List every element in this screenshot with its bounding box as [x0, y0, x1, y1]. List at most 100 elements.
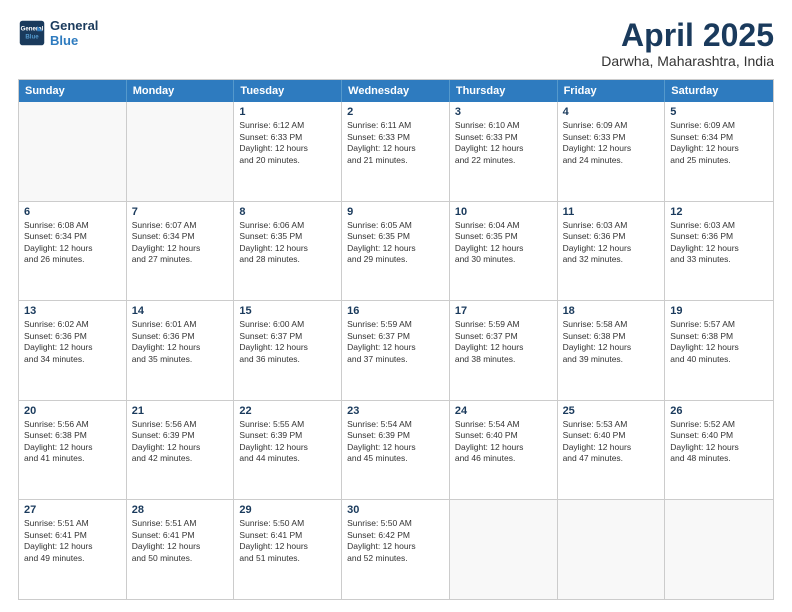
- cell-info: Sunrise: 5:54 AMSunset: 6:40 PMDaylight:…: [455, 419, 552, 465]
- calendar-week-5: 27 Sunrise: 5:51 AMSunset: 6:41 PMDayligh…: [19, 500, 773, 599]
- day-number: 3: [455, 106, 552, 118]
- calendar-cell: 20Sunrise: 5:56 AMSunset: 6:38 PMDayligh…: [19, 401, 127, 500]
- day-number: 11: [563, 206, 660, 218]
- calendar-cell: 30Sunrise: 5:50 AMSunset: 6:42 PMDayligh…: [342, 500, 450, 599]
- svg-text:Blue: Blue: [25, 33, 39, 40]
- calendar-cell: 2Sunrise: 6:11 AMSunset: 6:33 PMDaylight…: [342, 102, 450, 201]
- calendar-week-4: 20Sunrise: 5:56 AMSunset: 6:38 PMDayligh…: [19, 401, 773, 501]
- calendar-cell: [558, 500, 666, 599]
- calendar-cell: 8 Sunrise: 6:06 AMSunset: 6:35 PMDaylight…: [234, 202, 342, 301]
- header: General Blue General Blue April 2025 Dar…: [18, 18, 774, 69]
- calendar-header: SundayMondayTuesdayWednesdayThursdayFrid…: [19, 80, 773, 102]
- day-number: 26: [670, 405, 768, 417]
- cell-info: Sunrise: 5:59 AMSunset: 6:37 PMDaylight:…: [455, 319, 552, 365]
- calendar-cell: 22Sunrise: 5:55 AMSunset: 6:39 PMDayligh…: [234, 401, 342, 500]
- day-number: 8: [239, 206, 336, 218]
- day-number: 17: [455, 305, 552, 317]
- day-number: 10: [455, 206, 552, 218]
- title-block: April 2025 Darwha, Maharashtra, India: [601, 18, 774, 69]
- day-number: 22: [239, 405, 336, 417]
- calendar-cell: 15Sunrise: 6:00 AMSunset: 6:37 PMDayligh…: [234, 301, 342, 400]
- day-number: 14: [132, 305, 229, 317]
- cell-info: Sunrise: 6:03 AMSunset: 6:36 PMDaylight:…: [563, 220, 660, 266]
- cell-info: Sunrise: 5:51 AMSunset: 6:41 PMDaylight:…: [132, 518, 229, 564]
- day-number: 21: [132, 405, 229, 417]
- calendar-cell: 24 Sunrise: 5:54 AMSunset: 6:40 PMDayligh…: [450, 401, 558, 500]
- cell-info: Sunrise: 5:51 AMSunset: 6:41 PMDaylight:…: [24, 518, 121, 564]
- cell-info: Sunrise: 6:02 AMSunset: 6:36 PMDaylight:…: [24, 319, 121, 365]
- calendar-cell: 27 Sunrise: 5:51 AMSunset: 6:41 PMDayligh…: [19, 500, 127, 599]
- cell-info: Sunrise: 5:56 AMSunset: 6:39 PMDaylight:…: [132, 419, 229, 465]
- cell-info: Sunrise: 5:50 AMSunset: 6:41 PMDaylight:…: [239, 518, 336, 564]
- calendar-cell: 14 Sunrise: 6:01 AMSunset: 6:36 PMDayligh…: [127, 301, 235, 400]
- cell-info: Sunrise: 6:09 AMSunset: 6:33 PMDaylight:…: [563, 120, 660, 166]
- day-number: 30: [347, 504, 444, 516]
- day-number: 27: [24, 504, 121, 516]
- cell-info: Sunrise: 6:04 AMSunset: 6:35 PMDaylight:…: [455, 220, 552, 266]
- cell-info: Sunrise: 6:01 AMSunset: 6:36 PMDaylight:…: [132, 319, 229, 365]
- cell-info: Sunrise: 5:58 AMSunset: 6:38 PMDaylight:…: [563, 319, 660, 365]
- cell-info: Sunrise: 6:11 AMSunset: 6:33 PMDaylight:…: [347, 120, 444, 166]
- cell-info: Sunrise: 6:08 AMSunset: 6:34 PMDaylight:…: [24, 220, 121, 266]
- day-number: 28: [132, 504, 229, 516]
- calendar-cell: [665, 500, 773, 599]
- day-header-friday: Friday: [558, 80, 666, 102]
- calendar-cell: 16 Sunrise: 5:59 AMSunset: 6:37 PMDayligh…: [342, 301, 450, 400]
- calendar-cell: 29 Sunrise: 5:50 AMSunset: 6:41 PMDayligh…: [234, 500, 342, 599]
- cell-info: Sunrise: 6:07 AMSunset: 6:34 PMDaylight:…: [132, 220, 229, 266]
- day-number: 23: [347, 405, 444, 417]
- day-number: 4: [563, 106, 660, 118]
- day-number: 13: [24, 305, 121, 317]
- calendar-cell: 9Sunrise: 6:05 AMSunset: 6:35 PMDaylight…: [342, 202, 450, 301]
- calendar-cell: 25Sunrise: 5:53 AMSunset: 6:40 PMDayligh…: [558, 401, 666, 500]
- calendar-cell: 10 Sunrise: 6:04 AMSunset: 6:35 PMDayligh…: [450, 202, 558, 301]
- calendar-week-2: 6 Sunrise: 6:08 AMSunset: 6:34 PMDaylight…: [19, 202, 773, 302]
- day-number: 12: [670, 206, 768, 218]
- day-number: 15: [239, 305, 336, 317]
- day-number: 18: [563, 305, 660, 317]
- cell-info: Sunrise: 5:53 AMSunset: 6:40 PMDaylight:…: [563, 419, 660, 465]
- calendar-cell: 13 Sunrise: 6:02 AMSunset: 6:36 PMDayligh…: [19, 301, 127, 400]
- calendar-cell: [450, 500, 558, 599]
- cell-info: Sunrise: 5:59 AMSunset: 6:37 PMDaylight:…: [347, 319, 444, 365]
- day-number: 29: [239, 504, 336, 516]
- calendar-cell: 12 Sunrise: 6:03 AMSunset: 6:36 PMDayligh…: [665, 202, 773, 301]
- day-number: 19: [670, 305, 768, 317]
- day-number: 16: [347, 305, 444, 317]
- cell-info: Sunrise: 6:05 AMSunset: 6:35 PMDaylight:…: [347, 220, 444, 266]
- calendar-week-3: 13 Sunrise: 6:02 AMSunset: 6:36 PMDayligh…: [19, 301, 773, 401]
- calendar-cell: 4 Sunrise: 6:09 AMSunset: 6:33 PMDaylight…: [558, 102, 666, 201]
- cell-info: Sunrise: 5:56 AMSunset: 6:38 PMDaylight:…: [24, 419, 121, 465]
- calendar-cell: 1 Sunrise: 6:12 AMSunset: 6:33 PMDaylight…: [234, 102, 342, 201]
- calendar-cell: [19, 102, 127, 201]
- logo-text: General Blue: [50, 18, 98, 48]
- location: Darwha, Maharashtra, India: [601, 53, 774, 69]
- day-header-wednesday: Wednesday: [342, 80, 450, 102]
- cell-info: Sunrise: 6:12 AMSunset: 6:33 PMDaylight:…: [239, 120, 336, 166]
- cell-info: Sunrise: 6:06 AMSunset: 6:35 PMDaylight:…: [239, 220, 336, 266]
- day-header-thursday: Thursday: [450, 80, 558, 102]
- day-number: 1: [239, 106, 336, 118]
- day-header-saturday: Saturday: [665, 80, 773, 102]
- cell-info: Sunrise: 5:54 AMSunset: 6:39 PMDaylight:…: [347, 419, 444, 465]
- svg-text:General: General: [21, 25, 44, 32]
- day-number: 7: [132, 206, 229, 218]
- day-header-tuesday: Tuesday: [234, 80, 342, 102]
- calendar-cell: 7 Sunrise: 6:07 AMSunset: 6:34 PMDaylight…: [127, 202, 235, 301]
- calendar-cell: 11 Sunrise: 6:03 AMSunset: 6:36 PMDayligh…: [558, 202, 666, 301]
- calendar-cell: 17 Sunrise: 5:59 AMSunset: 6:37 PMDayligh…: [450, 301, 558, 400]
- calendar-cell: 19Sunrise: 5:57 AMSunset: 6:38 PMDayligh…: [665, 301, 773, 400]
- cell-info: Sunrise: 5:52 AMSunset: 6:40 PMDaylight:…: [670, 419, 768, 465]
- calendar-cell: 26 Sunrise: 5:52 AMSunset: 6:40 PMDayligh…: [665, 401, 773, 500]
- cell-info: Sunrise: 6:03 AMSunset: 6:36 PMDaylight:…: [670, 220, 768, 266]
- calendar-body: 1 Sunrise: 6:12 AMSunset: 6:33 PMDaylight…: [19, 102, 773, 599]
- page: General Blue General Blue April 2025 Dar…: [0, 0, 792, 612]
- logo-icon: General Blue: [18, 19, 46, 47]
- calendar-cell: 5Sunrise: 6:09 AMSunset: 6:34 PMDaylight…: [665, 102, 773, 201]
- day-number: 5: [670, 106, 768, 118]
- calendar-week-1: 1 Sunrise: 6:12 AMSunset: 6:33 PMDaylight…: [19, 102, 773, 202]
- day-number: 24: [455, 405, 552, 417]
- day-header-monday: Monday: [127, 80, 235, 102]
- day-number: 6: [24, 206, 121, 218]
- calendar-cell: 6 Sunrise: 6:08 AMSunset: 6:34 PMDaylight…: [19, 202, 127, 301]
